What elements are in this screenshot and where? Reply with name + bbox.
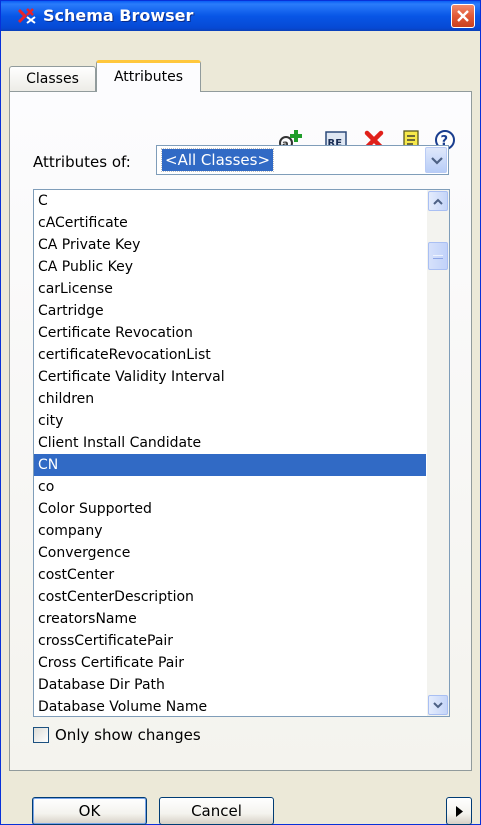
list-item[interactable]: Cross Certificate Pair — [34, 652, 426, 674]
list-item[interactable]: cACertificate — [34, 212, 426, 234]
list-item[interactable]: Cartridge — [34, 300, 426, 322]
close-button[interactable] — [451, 4, 475, 28]
list-item[interactable]: co — [34, 476, 426, 498]
list-item[interactable]: crossCertificatePair — [34, 630, 426, 652]
vertical-scrollbar[interactable] — [427, 190, 449, 716]
only-show-changes-label: Only show changes — [55, 726, 201, 744]
list-item[interactable]: costCenter — [34, 564, 426, 586]
scroll-up-button[interactable] — [428, 191, 448, 211]
chevron-up-icon — [433, 198, 443, 205]
tab-attributes[interactable]: Attributes — [96, 60, 201, 92]
schema-browser-dialog: Schema Browser Classes Attributes a RE — [0, 0, 481, 825]
right-arrow-icon — [456, 806, 463, 817]
list-item[interactable]: Database Dir Path — [34, 674, 426, 696]
list-item[interactable]: carLicense — [34, 278, 426, 300]
list-item[interactable]: children — [34, 388, 426, 410]
tab-strip: Classes Attributes — [9, 60, 472, 92]
list-item[interactable]: CA Public Key — [34, 256, 426, 278]
list-item[interactable]: company — [34, 520, 426, 542]
chevron-down-icon — [433, 702, 443, 709]
dropdown-button[interactable] — [425, 147, 447, 173]
list-item[interactable]: Certificate Validity Interval — [34, 366, 426, 388]
list-item[interactable]: CA Private Key — [34, 234, 426, 256]
list-item[interactable]: Database Volume Name — [34, 696, 426, 716]
attribute-list[interactable]: CcACertificate CA Private Key CA Public Ke… — [33, 189, 450, 717]
list-item[interactable]: Color Supported — [34, 498, 426, 520]
list-item[interactable]: certificateRevocationList — [34, 344, 426, 366]
list-item[interactable]: city — [34, 410, 426, 432]
close-icon — [457, 10, 469, 22]
list-item[interactable]: C — [34, 190, 426, 212]
more-options-button[interactable] — [446, 797, 472, 825]
window-title: Schema Browser — [43, 6, 194, 25]
list-item[interactable]: Certificate Revocation — [34, 322, 426, 344]
ok-button[interactable]: OK — [32, 797, 147, 825]
attribute-list-items: CcACertificate CA Private Key CA Public Ke… — [34, 190, 426, 716]
scroll-thumb[interactable] — [428, 242, 448, 270]
class-filter-dropdown[interactable]: <All Classes> — [156, 145, 449, 175]
schema-browser-icon — [17, 7, 37, 25]
scroll-down-button[interactable] — [428, 695, 448, 715]
cancel-button[interactable]: Cancel — [159, 797, 274, 825]
list-item[interactable]: costCenterDescription — [34, 586, 426, 608]
list-item[interactable]: Convergence — [34, 542, 426, 564]
class-filter-value: <All Classes> — [160, 148, 275, 172]
attributes-panel: a RE ? — [9, 91, 472, 771]
title-bar[interactable]: Schema Browser — [1, 1, 480, 31]
list-item[interactable]: CN — [34, 454, 426, 476]
list-item[interactable]: Client Install Candidate — [34, 432, 426, 454]
only-show-changes-checkbox[interactable] — [33, 727, 49, 743]
chevron-down-icon — [431, 157, 443, 165]
attributes-of-label: Attributes of: — [33, 153, 131, 171]
tab-classes[interactable]: Classes — [9, 66, 96, 92]
list-item[interactable]: creatorsName — [34, 608, 426, 630]
